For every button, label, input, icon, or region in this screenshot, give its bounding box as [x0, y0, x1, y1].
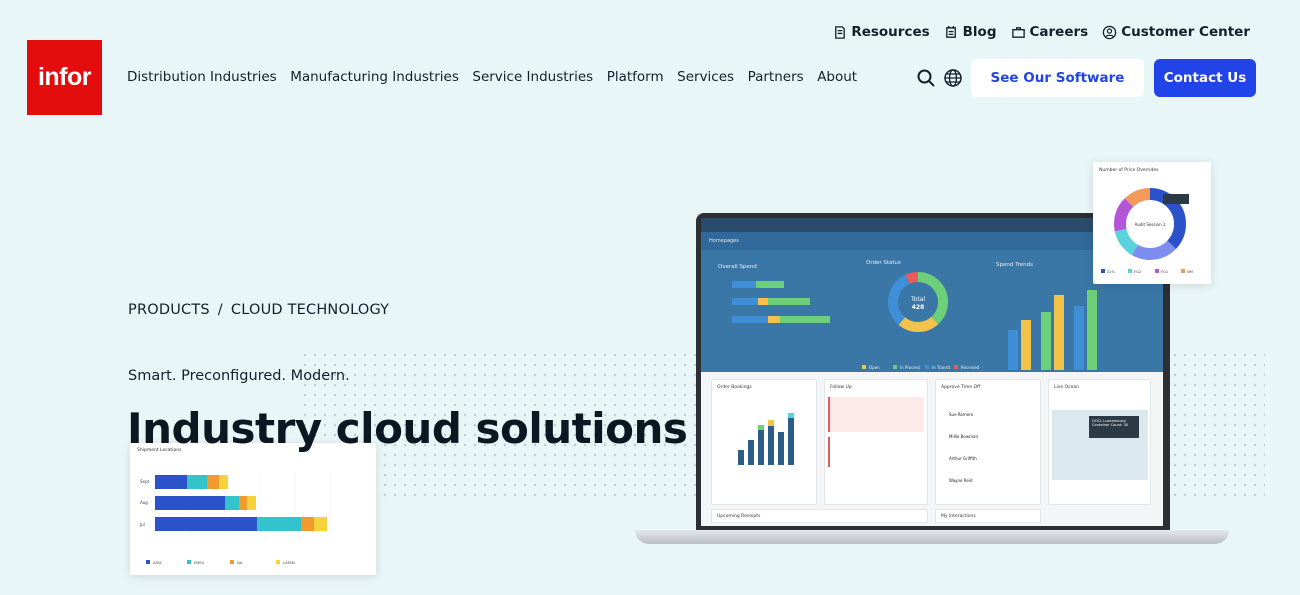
- svg-text:Open: Open: [869, 365, 880, 370]
- price-overrides-donut: Audit Session 1 22% FG2 FG1 NM: [1101, 188, 1193, 274]
- person-row: Millie Bowman: [949, 434, 978, 439]
- main-nav: Distribution Industries Manufacturing In…: [127, 69, 857, 85]
- shipment-locations-card: Shipment Locations Sept Aug Jul APAC EME…: [130, 443, 376, 575]
- svg-text:APAC: APAC: [153, 561, 163, 565]
- follow-up-item: [828, 437, 924, 467]
- nav-distribution-industries[interactable]: Distribution Industries: [127, 69, 277, 85]
- order-status-legend: Open In Process In Transit Received: [862, 365, 980, 370]
- user-circle-icon: [1102, 25, 1117, 39]
- svg-text:FG2: FG2: [1134, 270, 1141, 274]
- careers-icon: [1011, 26, 1025, 38]
- svg-text:NA: NA: [237, 561, 243, 565]
- utility-customer-center[interactable]: Customer Center: [1102, 24, 1250, 40]
- breadcrumb: PRODUCTS / CLOUD TECHNOLOGY: [128, 302, 389, 318]
- row-label-aug: Aug: [140, 500, 148, 505]
- resources-icon: [835, 25, 846, 39]
- donut-center-label: Audit Session 1: [1135, 222, 1166, 227]
- upcoming-receipts-strip: Upcoming Receipts: [711, 509, 928, 523]
- breadcrumb-products[interactable]: PRODUCTS: [128, 302, 210, 318]
- map-tooltip: OOCL Luxembourg Container Count: 30: [1089, 416, 1139, 438]
- follow-up-alert: [828, 397, 924, 432]
- utility-blog[interactable]: Blog: [944, 24, 997, 40]
- price-overrides-legend: 22% FG2 FG1 NM: [1101, 269, 1193, 274]
- svg-text:Received: Received: [961, 365, 980, 370]
- person-row: Arthur Griffith: [949, 456, 977, 461]
- person-row: Sue Romero: [949, 412, 974, 417]
- breadcrumb-separator: /: [217, 302, 223, 318]
- infor-logo[interactable]: infor: [27, 40, 102, 115]
- donut-total-label: Total: [910, 296, 925, 303]
- svg-text:FG1: FG1: [1161, 270, 1168, 274]
- overall-spend-bars: [732, 281, 830, 323]
- svg-text:22%: 22%: [1107, 270, 1116, 274]
- my-interactions-strip: My Interactions: [935, 509, 1041, 523]
- nav-service-industries[interactable]: Service Industries: [472, 69, 593, 85]
- order-bookings-chart: [738, 413, 794, 465]
- svg-text:In Process: In Process: [900, 365, 920, 370]
- person-row: Wayne Reid: [949, 478, 973, 483]
- row-label-jul: Jul: [139, 522, 145, 527]
- nav-services[interactable]: Services: [677, 69, 734, 85]
- hero-headline: Industry cloud solutions: [127, 404, 688, 453]
- blog-icon: [945, 25, 956, 38]
- svg-text:LATAM: LATAM: [283, 561, 295, 565]
- hero-tagline: Smart. Preconfigured. Modern.: [128, 368, 350, 384]
- utility-nav: Resources Blog Careers Customer Center: [832, 24, 1250, 40]
- price-overrides-card: Number of Price Overrides Audit Session …: [1093, 162, 1211, 284]
- card-follow-up: Follow Up: [824, 379, 928, 505]
- utility-careers[interactable]: Careers: [1011, 24, 1088, 40]
- dashboard-tab-label: Homepages: [709, 238, 739, 244]
- shipment-locations-chart: Sept Aug Jul APAC EMEA NA LATAM: [139, 471, 331, 565]
- globe-icon[interactable]: [943, 68, 963, 88]
- shipment-legend: APAC EMEA NA LATAM: [146, 560, 295, 565]
- nav-about[interactable]: About: [817, 69, 857, 85]
- svg-text:In Transit: In Transit: [932, 365, 951, 370]
- search-icon[interactable]: [916, 68, 936, 88]
- svg-text:NM: NM: [1187, 270, 1193, 274]
- utility-resources[interactable]: Resources: [832, 24, 930, 40]
- contact-us-button[interactable]: Contact Us: [1154, 59, 1256, 97]
- card-approve-time-off: Approve Time Off Sue Romero Millie Bowma…: [935, 379, 1041, 505]
- nav-platform[interactable]: Platform: [607, 69, 664, 85]
- see-our-software-button[interactable]: See Our Software: [971, 59, 1144, 97]
- nav-manufacturing-industries[interactable]: Manufacturing Industries: [290, 69, 459, 85]
- card-order-bookings: Order Bookings: [711, 379, 817, 505]
- approve-list: Sue Romero Millie Bowman Arthur Griffith…: [949, 404, 978, 492]
- spend-trends-columns: [1008, 290, 1097, 370]
- breadcrumb-cloud-technology: CLOUD TECHNOLOGY: [230, 302, 390, 318]
- nav-partners[interactable]: Partners: [748, 69, 804, 85]
- laptop-base: [635, 530, 1229, 544]
- card-live-ocean: Live Ocean OOCL Luxembourg Container Coun…: [1048, 379, 1151, 505]
- donut-total-value: 428: [912, 304, 925, 311]
- svg-text:EMEA: EMEA: [194, 561, 205, 565]
- order-status-donut: Total 428: [888, 272, 948, 332]
- row-label-sept: Sept: [140, 479, 150, 484]
